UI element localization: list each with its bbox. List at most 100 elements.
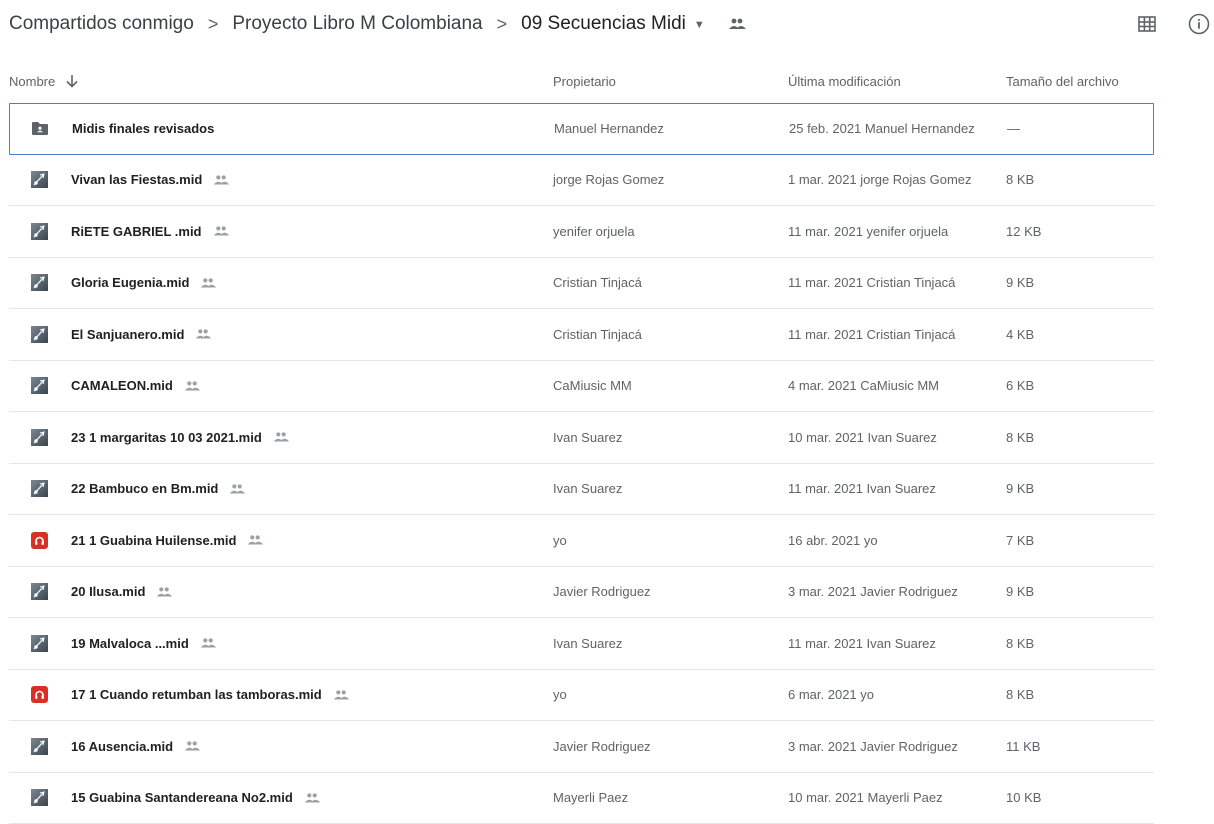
file-last-modified: 11 mar. 2021 yenifer orjuela bbox=[788, 206, 948, 257]
file-name-label: 21 1 Guabina Huilense.mid bbox=[71, 533, 236, 548]
shared-people-icon bbox=[212, 174, 230, 186]
file-size: 8 KB bbox=[1006, 670, 1034, 721]
file-row[interactable]: 22 Bambuco en Bm.midIvan Suarez11 mar. 2… bbox=[9, 464, 1154, 516]
file-name-label: 20 Ilusa.mid bbox=[71, 584, 145, 599]
breadcrumb-current-folder[interactable]: 09 Secuencias Midi bbox=[521, 13, 686, 35]
shared-people-icon bbox=[246, 534, 264, 546]
file-size: 9 KB bbox=[1006, 258, 1034, 309]
file-owner: yenifer orjuela bbox=[553, 206, 635, 257]
column-header-row: Nombre Propietario Última modificación T… bbox=[0, 59, 1160, 103]
shared-folder-icon bbox=[30, 104, 50, 154]
headphones-app-icon bbox=[29, 670, 49, 721]
file-last-modified: 11 mar. 2021 Cristian Tinjacá bbox=[788, 309, 955, 360]
file-size: — bbox=[1007, 104, 1020, 154]
file-name: 17 1 Cuando retumban las tamboras.mid bbox=[71, 670, 350, 721]
midi-file-icon bbox=[29, 258, 49, 309]
file-owner: Javier Rodriguez bbox=[553, 567, 651, 618]
file-last-modified: 3 mar. 2021 Javier Rodriguez bbox=[788, 567, 958, 618]
file-owner: yo bbox=[553, 670, 567, 721]
column-header-file-size[interactable]: Tamaño del archivo bbox=[1006, 59, 1119, 103]
file-last-modified: 1 mar. 2021 jorge Rojas Gomez bbox=[788, 155, 972, 206]
file-list: Midis finales revisados Manuel Hernandez 2… bbox=[9, 103, 1154, 824]
file-owner: Javier Rodriguez bbox=[553, 721, 651, 772]
file-name: Gloria Eugenia.mid bbox=[71, 258, 217, 309]
file-last-modified: 10 mar. 2021 Mayerli Paez bbox=[788, 773, 943, 824]
file-name: 21 1 Guabina Huilense.mid bbox=[71, 515, 264, 566]
shared-people-icon bbox=[212, 225, 230, 237]
file-last-modified: 25 feb. 2021 Manuel Hernandez bbox=[789, 104, 975, 154]
file-row[interactable]: 21 1 Guabina Huilense.midyo16 abr. 2021 … bbox=[9, 515, 1154, 567]
midi-file-icon bbox=[29, 721, 49, 772]
column-header-last-modified[interactable]: Última modificación bbox=[788, 59, 901, 103]
shared-people-icon bbox=[228, 483, 246, 495]
file-size: 6 KB bbox=[1006, 361, 1034, 412]
file-name: Midis finales revisados bbox=[72, 104, 214, 154]
info-icon[interactable] bbox=[1187, 12, 1211, 36]
file-name-label: 15 Guabina Santandereana No2.mid bbox=[71, 790, 293, 805]
midi-file-icon bbox=[29, 773, 49, 824]
column-header-name[interactable]: Nombre bbox=[9, 59, 79, 103]
file-name-label: 23 1 margaritas 10 03 2021.mid bbox=[71, 430, 262, 445]
file-owner: Mayerli Paez bbox=[553, 773, 628, 824]
file-name-label: Vivan las Fiestas.mid bbox=[71, 172, 202, 187]
file-last-modified: 11 mar. 2021 Ivan Suarez bbox=[788, 618, 936, 669]
file-row[interactable]: Gloria Eugenia.midCristian Tinjacá11 mar… bbox=[9, 258, 1154, 310]
midi-file-icon bbox=[29, 567, 49, 618]
file-owner: Manuel Hernandez bbox=[554, 104, 664, 154]
shared-people-icon bbox=[303, 792, 321, 804]
file-name-label: CAMALEON.mid bbox=[71, 378, 173, 393]
midi-file-icon bbox=[29, 412, 49, 463]
file-row[interactable]: 16 Ausencia.midJavier Rodriguez3 mar. 20… bbox=[9, 721, 1154, 773]
file-row[interactable]: CAMALEON.mid CaMiusic MM 4 mar. 2021 CaMiu… bbox=[9, 361, 1154, 413]
file-row[interactable]: El Sanjuanero.mid Cristian Tinjacá 11 mar.… bbox=[9, 309, 1154, 361]
file-size: 9 KB bbox=[1006, 567, 1034, 618]
shared-people-icon bbox=[183, 380, 201, 392]
shared-people-icon bbox=[155, 586, 173, 598]
file-size: 8 KB bbox=[1006, 155, 1034, 206]
file-row[interactable]: 23 1 margaritas 10 03 2021.midIvan Suare… bbox=[9, 412, 1154, 464]
file-name-label: 16 Ausencia.mid bbox=[71, 739, 173, 754]
midi-file-icon bbox=[29, 309, 49, 360]
sort-arrow-down-icon[interactable] bbox=[65, 74, 79, 88]
shared-people-icon bbox=[194, 328, 212, 340]
file-size: 8 KB bbox=[1006, 618, 1034, 669]
file-size: 12 KB bbox=[1006, 206, 1041, 257]
file-last-modified: 6 mar. 2021 yo bbox=[788, 670, 874, 721]
folder-menu-dropdown[interactable]: ▼ bbox=[694, 19, 705, 31]
file-row[interactable]: RiETE GABRIEL .mid yenifer orjuela 11 mar.… bbox=[9, 206, 1154, 258]
midi-file-icon bbox=[29, 618, 49, 669]
file-row[interactable]: 15 Guabina Santandereana No2.mid Mayerli … bbox=[9, 773, 1154, 824]
shared-people-icon bbox=[272, 431, 290, 443]
file-owner: jorge Rojas Gomez bbox=[553, 155, 664, 206]
column-header-owner[interactable]: Propietario bbox=[553, 59, 616, 103]
file-size: 9 KB bbox=[1006, 464, 1034, 515]
midi-file-icon bbox=[29, 155, 49, 206]
file-name: Vivan las Fiestas.mid bbox=[71, 155, 230, 206]
file-name-label: 17 1 Cuando retumban las tamboras.mid bbox=[71, 687, 322, 702]
breadcrumb-project-folder[interactable]: Proyecto Libro M Colombiana bbox=[232, 13, 482, 35]
file-name: RiETE GABRIEL .mid bbox=[71, 206, 230, 257]
file-row[interactable]: Vivan las Fiestas.mid jorge Rojas Gomez 1 … bbox=[9, 155, 1154, 207]
file-row[interactable]: 17 1 Cuando retumban las tamboras.mid yo 6… bbox=[9, 670, 1154, 722]
grid-view-icon[interactable] bbox=[1136, 13, 1158, 35]
file-last-modified: 10 mar. 2021 Ivan Suarez bbox=[788, 412, 937, 463]
file-name: 22 Bambuco en Bm.mid bbox=[71, 464, 246, 515]
file-size: 7 KB bbox=[1006, 515, 1034, 566]
shared-people-icon bbox=[199, 637, 217, 649]
midi-file-icon bbox=[29, 361, 49, 412]
file-row[interactable]: 20 Ilusa.mid Javier Rodriguez 3 mar. 2021 … bbox=[9, 567, 1154, 619]
shared-folder-people-icon[interactable] bbox=[727, 17, 747, 31]
file-size: 10 KB bbox=[1006, 773, 1041, 824]
file-last-modified: 4 mar. 2021 CaMiusic MM bbox=[788, 361, 939, 412]
file-owner: Cristian Tinjacá bbox=[553, 309, 642, 360]
top-bar: Compartidos conmigo > Proyecto Libro M C… bbox=[0, 0, 1214, 48]
breadcrumb-shared-with-me[interactable]: Compartidos conmigo bbox=[9, 13, 194, 35]
shared-people-icon bbox=[183, 740, 201, 752]
file-row[interactable]: 19 Malvaloca ...midIvan Suarez11 mar. 20… bbox=[9, 618, 1154, 670]
column-header-name-label: Nombre bbox=[9, 74, 55, 89]
file-name-label: 22 Bambuco en Bm.mid bbox=[71, 481, 218, 496]
file-owner: CaMiusic MM bbox=[553, 361, 632, 412]
breadcrumb: Compartidos conmigo > Proyecto Libro M C… bbox=[9, 0, 747, 48]
file-name-label: El Sanjuanero.mid bbox=[71, 327, 184, 342]
file-row[interactable]: Midis finales revisados Manuel Hernandez 2… bbox=[9, 103, 1154, 155]
